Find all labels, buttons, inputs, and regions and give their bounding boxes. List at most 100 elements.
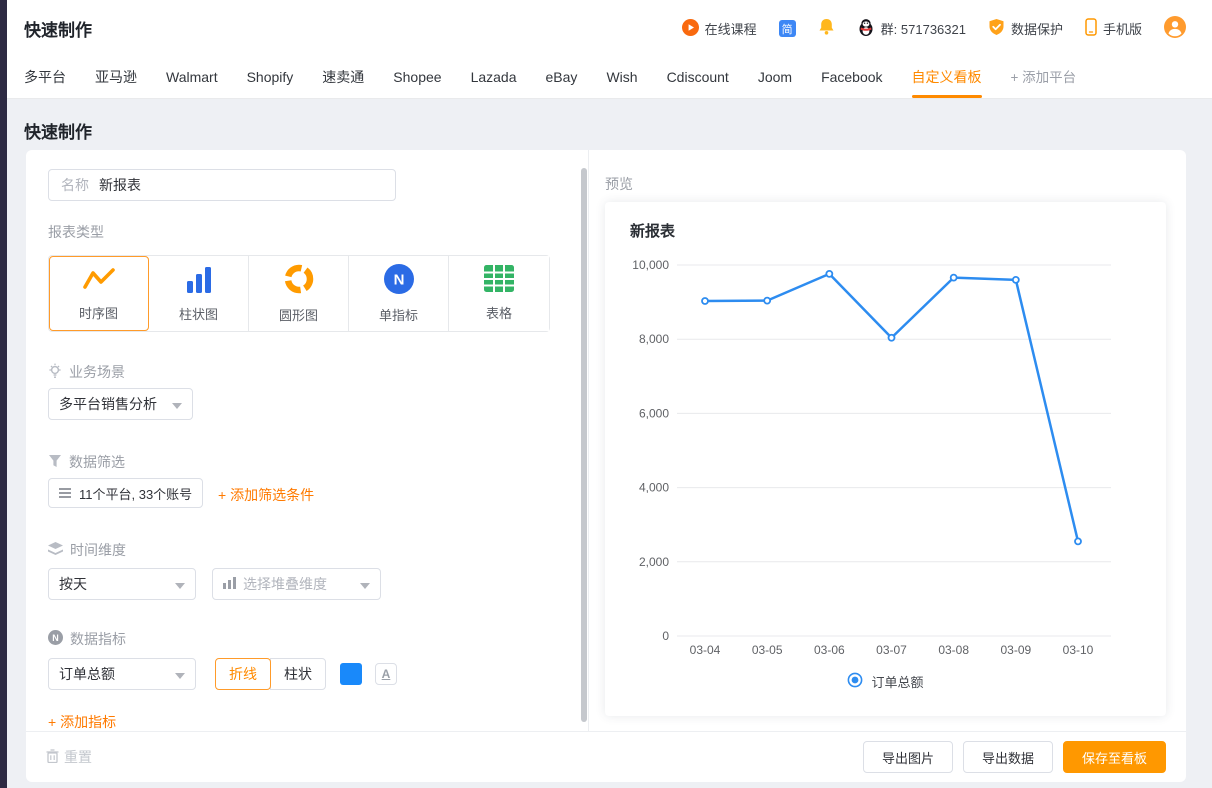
- svg-text:03-10: 03-10: [1063, 643, 1094, 657]
- tab-亚马逊[interactable]: 亚马逊: [95, 57, 137, 98]
- tab-Shopee[interactable]: Shopee: [393, 57, 441, 98]
- report-name-input[interactable]: 名称 新报表: [48, 169, 396, 201]
- time-dimension-section-label: 时间维度: [48, 540, 126, 560]
- save-to-dashboard-button[interactable]: 保存至看板: [1063, 741, 1166, 773]
- report-type-ncircle[interactable]: N单指标: [349, 256, 449, 331]
- stack-dimension-select[interactable]: 选择堆叠维度: [212, 568, 381, 600]
- notification-bell[interactable]: [818, 18, 835, 39]
- svg-text:6,000: 6,000: [639, 406, 669, 420]
- svg-text:4,000: 4,000: [639, 481, 669, 495]
- online-course-link[interactable]: 在线课程: [682, 19, 757, 39]
- data-protection-link[interactable]: 数据保护: [988, 18, 1063, 39]
- scenario-select[interactable]: 多平台销售分析: [48, 388, 193, 420]
- preview-label: 预览: [605, 174, 633, 194]
- add-filter-link[interactable]: + 添加筛选条件: [218, 485, 314, 505]
- builder-card: 名称 新报表 报表类型 时序图柱状图圆形图N单指标表格 业务场景 多平台销售分析…: [26, 150, 1186, 782]
- top-header: 快速制作 在线课程 简: [7, 0, 1212, 57]
- svg-text:03-08: 03-08: [938, 643, 969, 657]
- funnel-icon: [48, 454, 62, 471]
- report-type-table[interactable]: 表格: [449, 256, 549, 331]
- metric-style-toggle: 折线 柱状: [215, 658, 326, 690]
- app-title: 快速制作: [24, 16, 92, 41]
- tab-Joom[interactable]: Joom: [758, 57, 792, 98]
- svg-text:03-05: 03-05: [752, 643, 783, 657]
- report-type-bars[interactable]: 柱状图: [149, 256, 249, 331]
- tab-Facebook[interactable]: Facebook: [821, 57, 882, 98]
- metric-section-label: N 数据指标: [48, 629, 126, 649]
- reset-button[interactable]: 重置: [46, 747, 92, 767]
- shield-check-icon: [988, 18, 1005, 39]
- chevron-down-icon: [175, 576, 185, 592]
- form-scrollbar[interactable]: [581, 168, 587, 722]
- metric-circle-icon: N: [48, 630, 63, 648]
- time-granularity-select[interactable]: 按天: [48, 568, 196, 600]
- bar-style-button[interactable]: 柱状: [270, 658, 326, 690]
- line-chart: 0 2,000 4,000 6,000 8,000 10,000 03-04 03-05 03-…: [605, 202, 1166, 716]
- svg-text:N: N: [393, 271, 404, 288]
- list-icon: [59, 486, 71, 501]
- bell-icon: [818, 18, 835, 39]
- report-type-timeseries[interactable]: 时序图: [49, 256, 149, 331]
- tab-Wish[interactable]: Wish: [606, 57, 637, 98]
- report-name-label: 名称: [61, 175, 89, 195]
- platform-tabbar: 多平台亚马逊 Walmart Shopify 速卖通 Shopee Lazada eBay W…: [7, 57, 1212, 99]
- tab-+ 添加平台[interactable]: + 添加平台: [1011, 57, 1077, 98]
- tab-Shopify[interactable]: Shopify: [247, 57, 294, 98]
- svg-text:10,000: 10,000: [632, 258, 669, 272]
- ncircle-icon: N: [384, 264, 414, 299]
- qq-group[interactable]: 群: 571736321: [857, 18, 966, 40]
- svg-text:03-07: 03-07: [876, 643, 907, 657]
- chart-legend[interactable]: 订单总额: [605, 672, 1166, 691]
- svg-text:8,000: 8,000: [639, 332, 669, 346]
- export-image-button[interactable]: 导出图片: [863, 741, 953, 773]
- panel-divider: [588, 150, 589, 731]
- filter-section-label: 数据筛选: [48, 452, 125, 472]
- layers-icon: [48, 542, 63, 559]
- metric-select[interactable]: 订单总额: [48, 658, 196, 690]
- report-type-section-label: 报表类型: [48, 222, 104, 242]
- header-actions: 在线课程 简 群: 571736321: [682, 16, 1186, 41]
- trash-icon: [46, 749, 59, 766]
- tab-Walmart[interactable]: Walmart: [166, 57, 218, 98]
- language-badge[interactable]: 简: [779, 20, 796, 37]
- svg-text:2,000: 2,000: [639, 555, 669, 569]
- chevron-down-icon: [172, 396, 182, 412]
- report-type-selector: 时序图柱状图圆形图N单指标表格: [48, 255, 550, 332]
- line-style-button[interactable]: 折线: [215, 658, 271, 690]
- metric-font-style-button[interactable]: A: [375, 663, 397, 685]
- qq-penguin-icon: [857, 18, 875, 40]
- mobile-version-link[interactable]: 手机版: [1085, 18, 1142, 39]
- svg-text:03-04: 03-04: [690, 643, 721, 657]
- donut-icon: [284, 264, 314, 299]
- tab-Lazada[interactable]: Lazada: [471, 57, 517, 98]
- phone-icon: [1085, 18, 1097, 39]
- svg-text:0: 0: [662, 629, 669, 643]
- tab-多平台[interactable]: 多平台: [24, 57, 66, 98]
- tab-自定义看板[interactable]: 自定义看板: [912, 57, 982, 98]
- scenario-section-label: 业务场景: [48, 362, 125, 382]
- collapsed-sidebar-strip: [0, 0, 7, 788]
- export-data-button[interactable]: 导出数据: [963, 741, 1053, 773]
- action-bar: 重置 导出图片 导出数据 保存至看板: [26, 731, 1186, 782]
- svg-text:N: N: [52, 633, 59, 643]
- timeseries-icon: [82, 266, 116, 297]
- legend-radio-icon: [847, 672, 863, 691]
- bars-icon: [185, 265, 213, 298]
- add-metric-link[interactable]: + 添加指标: [48, 712, 116, 732]
- platform-account-filter[interactable]: 11个平台, 33个账号: [48, 478, 203, 508]
- tab-速卖通[interactable]: 速卖通: [322, 57, 364, 98]
- metric-color-swatch[interactable]: [340, 663, 362, 685]
- bulb-icon: [48, 363, 62, 382]
- svg-text:03-09: 03-09: [1000, 643, 1031, 657]
- table-icon: [484, 265, 514, 297]
- report-name-value: 新报表: [99, 175, 141, 195]
- play-circle-icon: [682, 19, 699, 39]
- preview-chart-card: 新报表 02,0004,0006,0008,00010,00003-0403-0…: [605, 202, 1166, 716]
- chevron-down-icon: [360, 576, 370, 592]
- report-type-donut[interactable]: 圆形图: [249, 256, 349, 331]
- user-avatar[interactable]: [1164, 16, 1186, 41]
- page-title: 快速制作: [24, 118, 92, 143]
- avatar-icon: [1164, 16, 1186, 41]
- tab-Cdiscount[interactable]: Cdiscount: [667, 57, 729, 98]
- tab-eBay[interactable]: eBay: [546, 57, 578, 98]
